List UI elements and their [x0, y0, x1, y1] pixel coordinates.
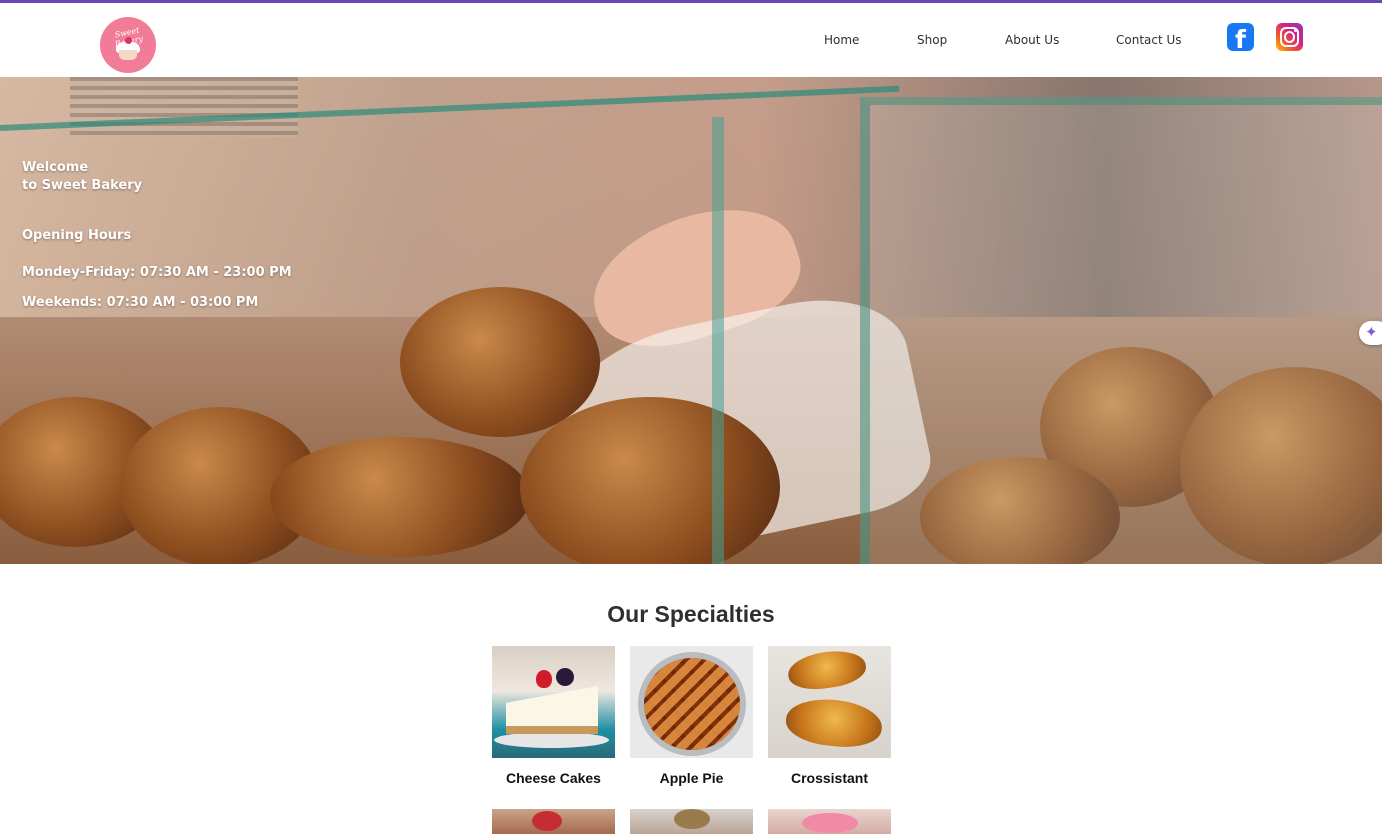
- hero-pastry: [400, 287, 600, 437]
- specialty-label: Cheese Cakes: [506, 770, 601, 786]
- specialty-card-image[interactable]: [768, 809, 891, 834]
- facebook-icon[interactable]: f: [1227, 23, 1254, 54]
- hero-pastry: [270, 437, 530, 557]
- opening-hours-title: Opening Hours: [22, 228, 132, 243]
- croissant-image: [768, 646, 891, 758]
- specialty-card-image[interactable]: [492, 809, 615, 834]
- nav-home[interactable]: Home: [824, 33, 859, 47]
- specialty-card-image[interactable]: [630, 809, 753, 834]
- logo-cupcake-cup: [119, 50, 137, 60]
- sparkle-icon: ✦: [1365, 323, 1378, 341]
- specialty-label: Crossistant: [790, 770, 869, 786]
- hero-pastry: [520, 397, 780, 564]
- hero-shelf: [70, 77, 298, 137]
- specialty-label: Apple Pie: [659, 770, 724, 786]
- instagram-icon[interactable]: [1276, 23, 1303, 51]
- glass-case: [860, 97, 1382, 564]
- hero-banner: Welcome to Sweet Bakery Opening Hours Mo…: [0, 77, 1382, 564]
- glass-pane: [712, 117, 724, 564]
- logo-cherry: [125, 37, 132, 44]
- bakery-logo[interactable]: Sweet Bakery: [100, 17, 156, 73]
- specialties-title: Our Specialties: [607, 601, 775, 627]
- site-header: Sweet Bakery Home Shop About Us Contact …: [0, 3, 1382, 77]
- nav-shop[interactable]: Shop: [917, 33, 947, 47]
- nav-about-us[interactable]: About Us: [1005, 33, 1059, 47]
- apple-pie-image: [630, 646, 753, 758]
- nav-contact-us[interactable]: Contact Us: [1116, 33, 1182, 47]
- weekend-hours: Weekends: 07:30 AM - 03:00 PM: [22, 295, 259, 310]
- cheese-cake-image: [492, 646, 615, 758]
- weekday-hours: Mondey-Friday: 07:30 AM - 23:00 PM: [22, 265, 292, 280]
- welcome-line-1: Welcome: [22, 160, 89, 175]
- ai-assistant-button[interactable]: ✦: [1359, 321, 1382, 345]
- welcome-line-2: to Sweet Bakery: [22, 178, 143, 193]
